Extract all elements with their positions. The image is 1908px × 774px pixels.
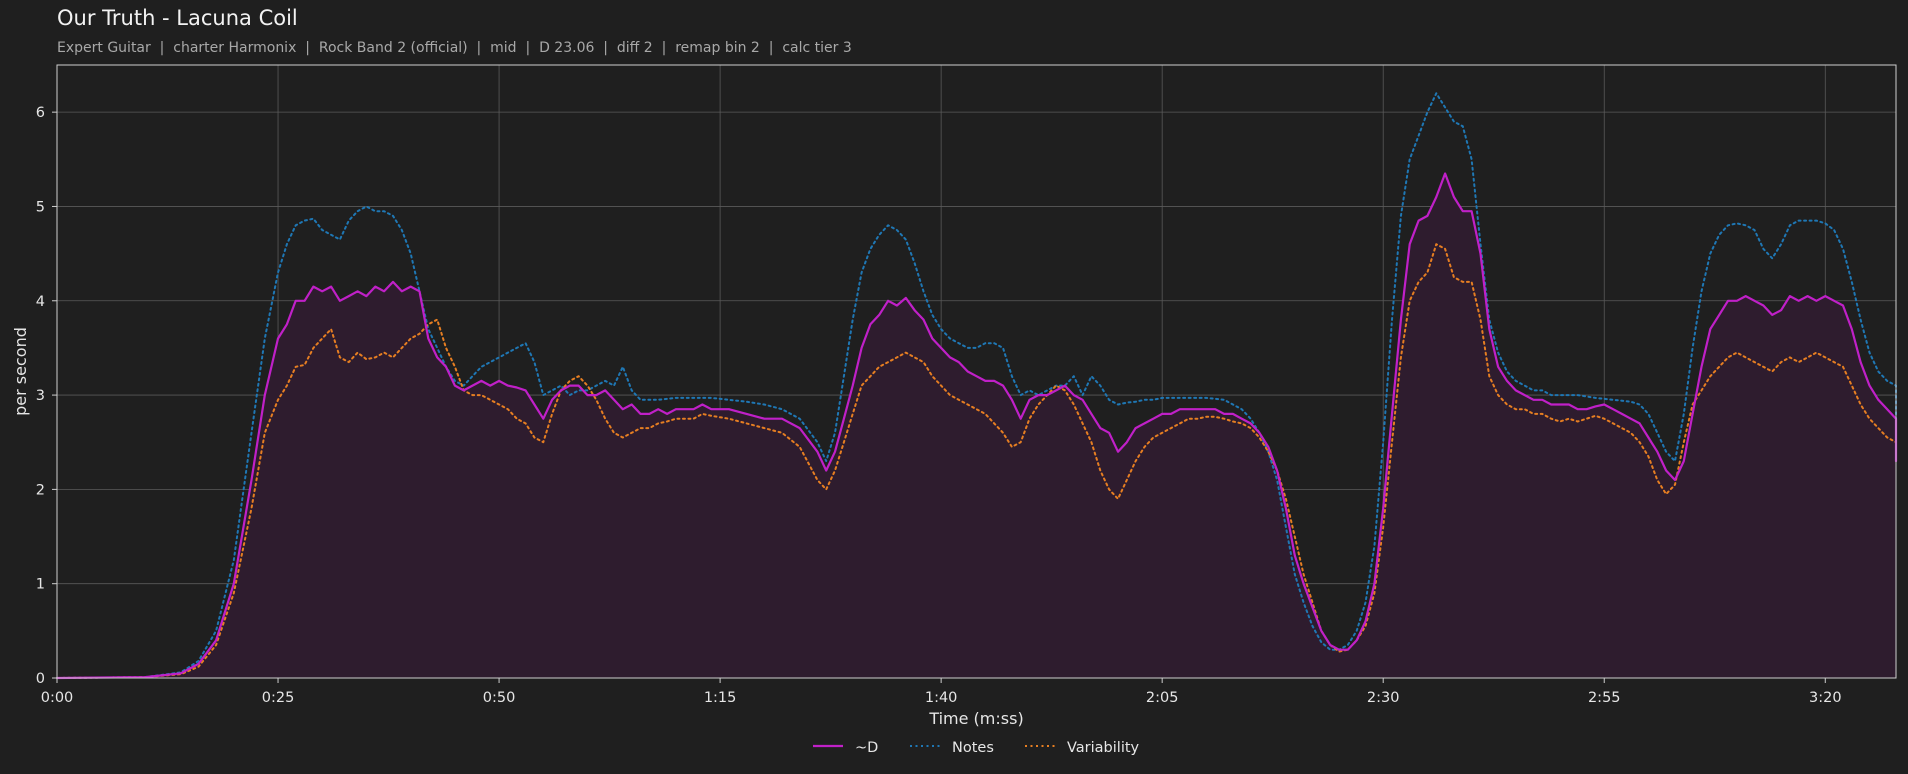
x-tick-label: 2:30 [1367, 690, 1400, 706]
x-tick-label: 1:15 [704, 690, 737, 706]
x-axis-label: Time (m:ss) [928, 709, 1023, 728]
y-tick-label: 3 [36, 388, 45, 404]
y-tick-label: 1 [36, 577, 45, 593]
legend: ~D Notes Variability [813, 740, 1140, 756]
y-axis-label: per second [11, 327, 30, 416]
x-tick-label: 0:50 [483, 690, 516, 706]
x-tick-label: 1:40 [925, 690, 958, 706]
legend-label: Notes [952, 740, 994, 756]
legend-label: Variability [1067, 740, 1140, 756]
y-tick-label: 2 [36, 482, 45, 498]
y-tick-label: 6 [36, 105, 45, 121]
x-tick-label: 0:00 [41, 690, 74, 706]
x-tick-label: 0:25 [262, 690, 295, 706]
y-tick-label: 0 [36, 671, 45, 687]
legend-label: ~D [855, 740, 878, 756]
x-tick-label: 3:20 [1809, 690, 1842, 706]
x-tick-label: 2:05 [1146, 690, 1179, 706]
chart-svg: 0:00 0:25 0:50 1:15 1:40 2:05 2:30 2:55 3:20 0 1 2… [11, 64, 1898, 756]
y-tick-label: 4 [36, 294, 45, 310]
x-tick-label: 2:55 [1588, 690, 1621, 706]
y-axis-ticks: 0 1 2 3 4 5 6 [36, 105, 57, 687]
y-tick-label: 5 [36, 199, 45, 215]
x-axis-ticks: 0:00 0:25 0:50 1:15 1:40 2:05 2:30 2:55 3:20 [41, 678, 1842, 706]
